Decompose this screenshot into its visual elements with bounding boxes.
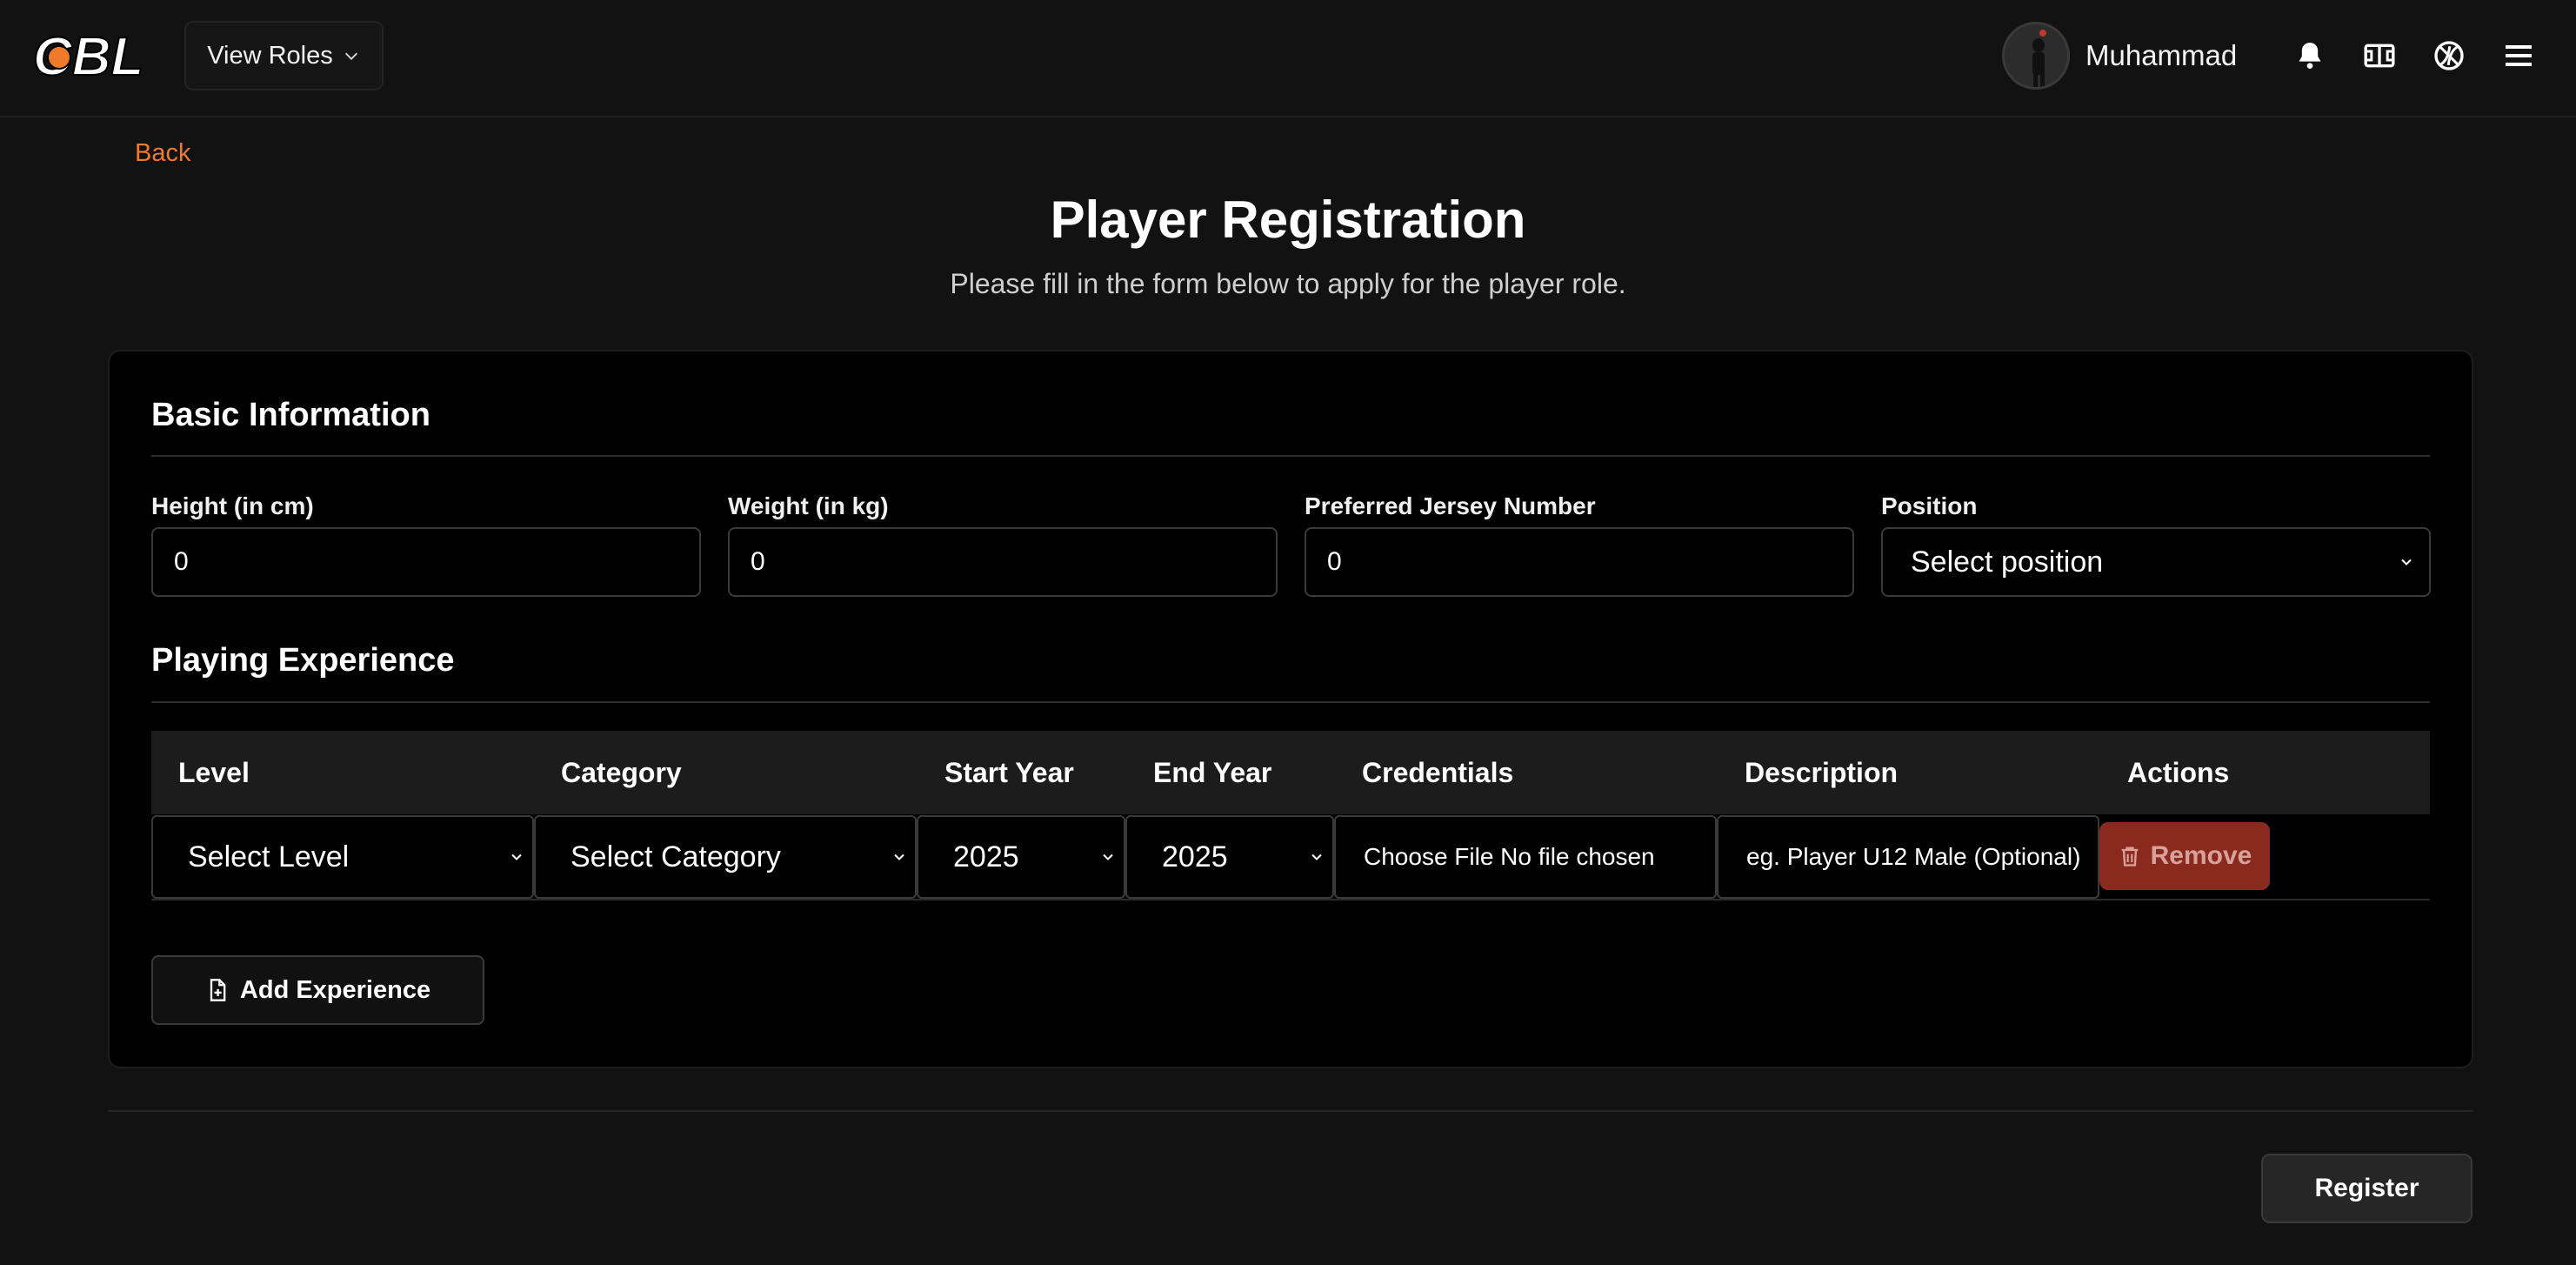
- col-level: Level: [178, 757, 250, 788]
- remove-button[interactable]: Remove: [2099, 822, 2270, 890]
- jersey-label: Preferred Jersey Number: [1305, 492, 1596, 519]
- category-select-value: Select Category: [571, 840, 781, 873]
- chevron-down-icon: [894, 853, 904, 860]
- end-year-select[interactable]: 2025: [1125, 815, 1334, 899]
- position-select[interactable]: Select position: [1881, 527, 2431, 597]
- back-link[interactable]: Back: [135, 139, 190, 168]
- chevron-down-icon: [1311, 853, 1322, 860]
- avatar: [2002, 22, 2070, 90]
- playing-experience-title: Playing Experience: [151, 642, 455, 679]
- credentials-file-input[interactable]: Choose File No file chosen: [1334, 815, 1717, 899]
- file-plus-icon: [210, 979, 226, 1001]
- divider: [151, 701, 2430, 703]
- col-actions: Actions: [2127, 757, 2230, 788]
- add-experience-label: Add Experience: [239, 975, 431, 1004]
- level-select-value: Select Level: [188, 840, 350, 873]
- col-category: Category: [561, 757, 682, 788]
- col-credentials: Credentials: [1362, 757, 1514, 788]
- chevron-down-icon: [2401, 559, 2412, 566]
- start-year-select[interactable]: 2025: [917, 815, 1125, 899]
- trash-icon: [2121, 847, 2138, 867]
- divider: [151, 455, 2430, 457]
- menu-icon[interactable]: [2501, 38, 2536, 73]
- category-select[interactable]: Select Category: [534, 815, 917, 899]
- level-select[interactable]: Select Level: [151, 815, 534, 899]
- height-label: Height (in cm): [151, 492, 314, 519]
- register-button[interactable]: Register: [2261, 1154, 2473, 1223]
- user-name: Muhammad: [2085, 39, 2238, 71]
- chevron-down-icon: [1103, 853, 1113, 860]
- position-select-value: Select position: [1911, 545, 2104, 579]
- bell-icon[interactable]: [2292, 38, 2327, 73]
- weight-input[interactable]: 0: [728, 527, 1278, 597]
- col-description: Description: [1745, 757, 1899, 788]
- position-label: Position: [1881, 492, 1978, 519]
- basic-info-title: Basic Information: [151, 397, 430, 433]
- weight-label: Weight (in kg): [728, 492, 889, 519]
- add-experience-button[interactable]: Add Experience: [151, 955, 484, 1025]
- description-input[interactable]: eg. Player U12 Male (Optional): [1717, 815, 2099, 899]
- cbl-logo[interactable]: CBL: [28, 24, 150, 85]
- experience-table-header: [151, 731, 2430, 814]
- height-input[interactable]: 0: [151, 527, 701, 597]
- court-icon[interactable]: [2362, 38, 2397, 73]
- page-title: Player Registration: [1050, 191, 1526, 249]
- page-subtitle: Please fill in the form below to apply f…: [950, 268, 1626, 299]
- col-end-year: End Year: [1153, 757, 1272, 788]
- end-year-value: 2025: [1162, 840, 1228, 873]
- basketball-icon[interactable]: [2432, 38, 2466, 73]
- divider: [108, 1110, 2473, 1112]
- view-roles-label: View Roles: [207, 41, 333, 70]
- view-roles-dropdown[interactable]: View Roles: [184, 21, 384, 90]
- col-start-year: Start Year: [944, 757, 1074, 788]
- jersey-number-input[interactable]: 0: [1305, 527, 1854, 597]
- chevron-down-icon: [344, 52, 357, 60]
- remove-label: Remove: [2150, 841, 2252, 870]
- row-divider: [151, 899, 2430, 900]
- top-header: CBL View Roles Muhammad: [0, 0, 2576, 117]
- start-year-value: 2025: [953, 840, 1019, 873]
- user-profile[interactable]: Muhammad: [2002, 21, 2237, 90]
- chevron-down-icon: [511, 853, 522, 860]
